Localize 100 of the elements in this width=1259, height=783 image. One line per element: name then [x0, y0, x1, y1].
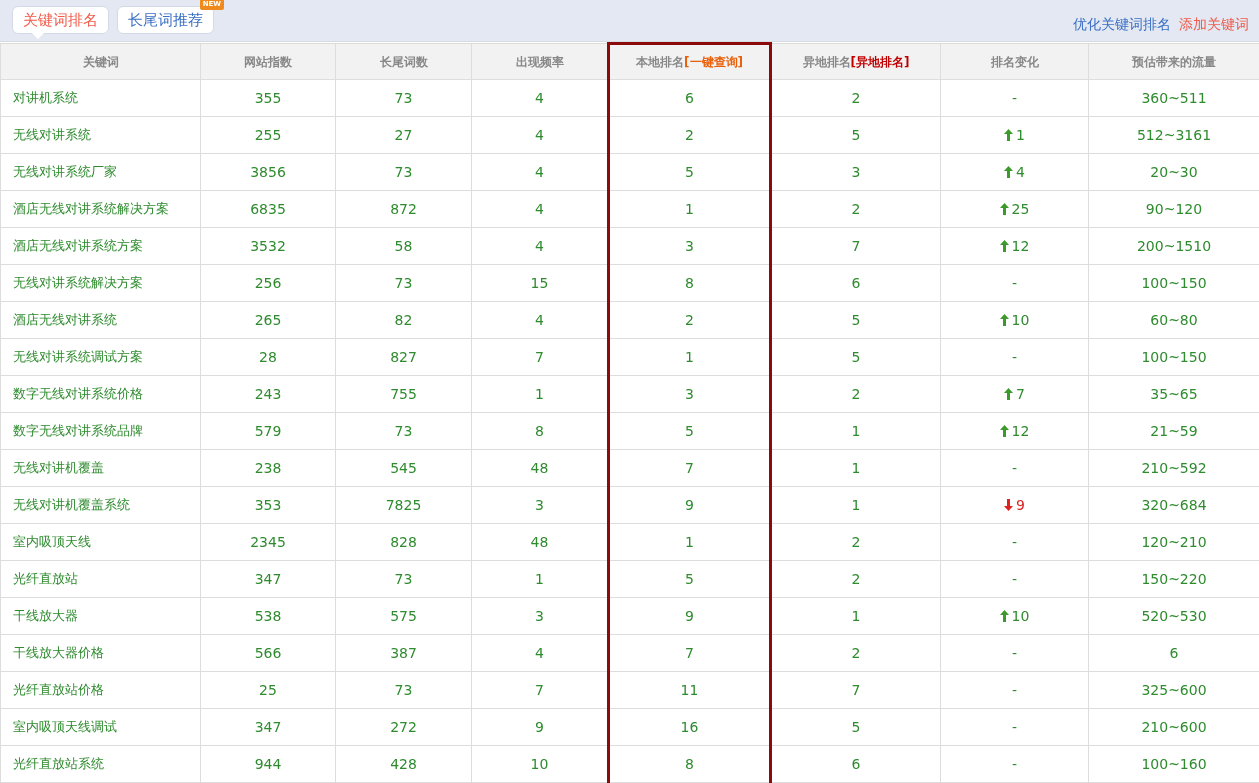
keyword-link[interactable]: 无线对讲系统: [0, 116, 201, 154]
keyword-link[interactable]: 无线对讲系统厂家: [0, 153, 201, 191]
table-cell: 428: [335, 745, 472, 783]
up-arrow-icon: [999, 424, 1009, 437]
keyword-link[interactable]: 光纤直放站价格: [0, 671, 201, 709]
table-cell: -: [940, 264, 1089, 302]
table-cell: 1: [608, 523, 771, 561]
table-cell: 16: [608, 708, 771, 746]
table-cell: 27: [335, 116, 472, 154]
keyword-link[interactable]: 光纤直放站系统: [0, 745, 201, 783]
tab[interactable]: 长尾词推荐: [117, 6, 214, 34]
table-cell: 2: [608, 301, 771, 339]
table-cell: 73: [335, 560, 472, 598]
tab[interactable]: 关键词排名: [12, 6, 109, 34]
table-cell: 387: [335, 634, 472, 672]
table-cell: 5: [608, 153, 771, 191]
table-cell: 579: [200, 412, 336, 450]
table-cell: 1: [770, 597, 941, 635]
table-cell: 353: [200, 486, 336, 524]
table-cell: 3856: [200, 153, 336, 191]
table-cell: 6: [608, 79, 771, 117]
up-arrow-icon: [1004, 128, 1014, 141]
table-cell: 347: [200, 560, 336, 598]
keyword-link[interactable]: 无线对讲机覆盖: [0, 449, 201, 487]
table-cell: 3532: [200, 227, 336, 265]
rank-change: 9: [1004, 496, 1025, 513]
column-header: 关键词: [0, 43, 201, 80]
table-cell: 6835: [200, 190, 336, 228]
table-cell: 1: [608, 190, 771, 228]
up-arrow-icon: [999, 202, 1009, 215]
table-cell: 8: [608, 264, 771, 302]
rank-change: 1: [1004, 126, 1025, 143]
table-cell: -: [940, 523, 1089, 561]
column-header: 预估带来的流量: [1088, 43, 1259, 80]
table-cell: 7: [770, 671, 941, 709]
down-arrow-icon: [1004, 498, 1014, 511]
rank-change: 12: [999, 422, 1030, 439]
up-arrow-icon: [999, 313, 1009, 326]
table-cell: -: [940, 745, 1089, 783]
table-cell: -: [940, 560, 1089, 598]
table-cell: 2: [770, 375, 941, 413]
table-cell: 566: [200, 634, 336, 672]
optimize-link[interactable]: 优化关键词排名: [1073, 14, 1171, 35]
table-cell: 1: [770, 486, 941, 524]
table-cell: 538: [200, 597, 336, 635]
table-cell: -: [940, 338, 1089, 376]
keyword-link[interactable]: 数字无线对讲系统价格: [0, 375, 201, 413]
table-cell: 1: [608, 338, 771, 376]
table-cell: 73: [335, 79, 472, 117]
table-cell: 11: [608, 671, 771, 709]
up-arrow-icon: [999, 609, 1009, 622]
rank-change: 10: [999, 311, 1030, 328]
query-link[interactable]: [一键查询]: [684, 55, 743, 69]
column-header: 出现频率: [471, 43, 609, 80]
table-cell: 2345: [200, 523, 336, 561]
table-cell: -: [940, 449, 1089, 487]
table-cell: 5: [608, 412, 771, 450]
keyword-link[interactable]: 酒店无线对讲系统: [0, 301, 201, 339]
rank-change: 4: [1004, 163, 1025, 180]
keyword-link[interactable]: 干线放大器: [0, 597, 201, 635]
table-cell: 5: [770, 301, 941, 339]
table-cell: 355: [200, 79, 336, 117]
table-cell: 2: [770, 560, 941, 598]
keyword-link[interactable]: 酒店无线对讲系统方案: [0, 227, 201, 265]
keyword-link[interactable]: 对讲机系统: [0, 79, 201, 117]
table-cell: 5: [770, 708, 941, 746]
query-link[interactable]: [异地排名]: [850, 54, 910, 69]
table-cell: 3: [608, 375, 771, 413]
keyword-link[interactable]: 无线对讲机覆盖系统: [0, 486, 201, 524]
table-cell: 6: [770, 745, 941, 783]
table-cell: 1: [770, 449, 941, 487]
keyword-link[interactable]: 数字无线对讲系统品牌: [0, 412, 201, 450]
rank-change: 12: [999, 237, 1030, 254]
column-header: 异地排名: [802, 54, 851, 69]
table-cell: 7: [608, 449, 771, 487]
table-cell: 6: [770, 264, 941, 302]
table-cell: 7: [770, 227, 941, 265]
table-cell: 2: [770, 523, 941, 561]
table-cell: 2: [770, 79, 941, 117]
add-keyword-link[interactable]: 添加关键词: [1179, 14, 1249, 35]
table-cell: 265: [200, 301, 336, 339]
table-cell: -: [940, 634, 1089, 672]
table-cell: 872: [335, 190, 472, 228]
keyword-link[interactable]: 无线对讲系统调试方案: [0, 338, 201, 376]
table-cell: 2: [770, 634, 941, 672]
keyword-link[interactable]: 酒店无线对讲系统解决方案: [0, 190, 201, 228]
keyword-link[interactable]: 无线对讲系统解决方案: [0, 264, 201, 302]
table-cell: 9: [608, 486, 771, 524]
table-cell: 73: [335, 264, 472, 302]
table-cell: 347: [200, 708, 336, 746]
table-cell: 28: [200, 338, 336, 376]
keyword-link[interactable]: 光纤直放站: [0, 560, 201, 598]
keyword-link[interactable]: 室内吸顶天线: [0, 523, 201, 561]
keyword-link[interactable]: 干线放大器价格: [0, 634, 201, 672]
table-cell: 243: [200, 375, 336, 413]
table-cell: -: [940, 708, 1089, 746]
table-cell: 3: [770, 153, 941, 191]
table-cell: 5: [608, 560, 771, 598]
rank-change: 25: [999, 200, 1030, 217]
keyword-link[interactable]: 室内吸顶天线调试: [0, 708, 201, 746]
